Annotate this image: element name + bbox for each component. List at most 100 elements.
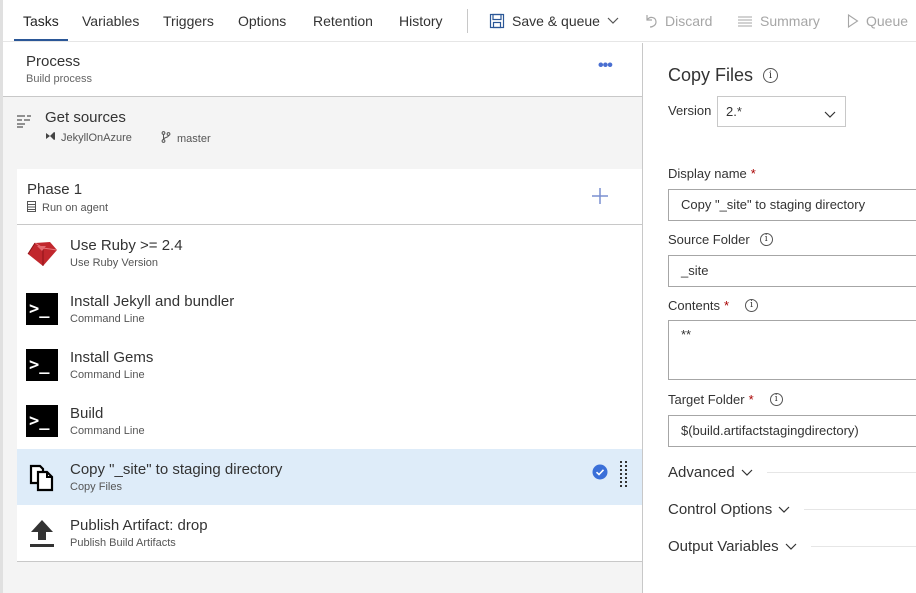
required-marker: * bbox=[750, 166, 756, 181]
top-toolbar: Tasks Variables Triggers Options Retenti… bbox=[0, 0, 916, 42]
target-folder-input[interactable]: $(build.artifactstagingdirectory) bbox=[668, 415, 916, 447]
details-title-text: Copy Files bbox=[668, 65, 754, 85]
terminal-icon: >_ bbox=[26, 405, 58, 437]
section-label: Advanced bbox=[668, 464, 735, 481]
task-item-publish-artifact[interactable]: Publish Artifact: drop Publish Build Art… bbox=[17, 505, 642, 561]
branch-info: master bbox=[161, 131, 211, 146]
tab-options[interactable]: Options bbox=[238, 0, 286, 42]
repo-name: JekyllOnAzure bbox=[61, 131, 132, 144]
summary-button[interactable]: Summary bbox=[737, 0, 820, 42]
left-edge-border bbox=[0, 0, 3, 593]
section-advanced[interactable]: Advanced bbox=[668, 464, 916, 481]
get-sources-title: Get sources bbox=[45, 109, 126, 126]
version-value: 2.* bbox=[726, 104, 742, 119]
section-output-variables[interactable]: Output Variables bbox=[668, 538, 916, 555]
phase-run-on-label: Run on agent bbox=[42, 202, 109, 214]
phase-subtitle: Run on agent bbox=[27, 201, 108, 215]
info-icon[interactable]: i bbox=[769, 393, 783, 406]
info-icon[interactable]: i bbox=[759, 233, 773, 246]
target-folder-label-text: Target Folder bbox=[668, 392, 745, 407]
discard-button[interactable]: Discard bbox=[644, 0, 712, 42]
save-and-queue-button[interactable]: Save & queue bbox=[489, 0, 619, 42]
chevron-down-icon bbox=[741, 464, 753, 481]
discard-label: Discard bbox=[665, 12, 713, 29]
add-task-button[interactable] bbox=[587, 183, 613, 209]
contents-textarea[interactable]: ** bbox=[668, 320, 916, 380]
task-item-build[interactable]: >_ Build Command Line bbox=[17, 393, 642, 449]
task-list: Use Ruby >= 2.4 Use Ruby Version >_ Inst… bbox=[17, 225, 642, 562]
task-item-install-gems[interactable]: >_ Install Gems Command Line bbox=[17, 337, 642, 393]
selected-check-icon[interactable] bbox=[592, 464, 608, 485]
task-type: Command Line bbox=[70, 369, 145, 381]
task-name: Build bbox=[70, 405, 104, 422]
ruby-icon bbox=[26, 237, 58, 269]
target-folder-label: Target Folder * i bbox=[668, 392, 783, 407]
visual-studio-icon bbox=[45, 131, 56, 144]
save-icon bbox=[489, 13, 505, 29]
info-icon[interactable]: i bbox=[745, 299, 759, 312]
list-icon bbox=[737, 15, 753, 27]
display-name-input[interactable]: Copy "_site" to staging directory bbox=[668, 189, 916, 221]
task-type: Command Line bbox=[70, 425, 145, 437]
tab-retention[interactable]: Retention bbox=[313, 0, 373, 42]
queue-button[interactable]: Queue bbox=[847, 0, 908, 42]
task-item-copy-site[interactable]: Copy "_site" to staging directory Copy F… bbox=[17, 449, 642, 505]
task-name: Install Jekyll and bundler bbox=[70, 293, 235, 310]
source-folder-input[interactable]: _site bbox=[668, 255, 916, 287]
upload-icon bbox=[26, 517, 58, 549]
source-folder-label-text: Source Folder bbox=[668, 232, 750, 247]
display-name-label-text: Display name bbox=[668, 166, 747, 181]
required-marker: * bbox=[748, 392, 754, 407]
copy-icon bbox=[26, 461, 58, 493]
task-type: Use Ruby Version bbox=[70, 257, 159, 269]
info-icon[interactable]: i bbox=[763, 68, 779, 83]
repo-info: JekyllOnAzure bbox=[45, 131, 132, 144]
agent-server-icon bbox=[27, 201, 36, 215]
chevron-down-icon bbox=[785, 538, 797, 555]
task-type: Copy Files bbox=[70, 481, 122, 493]
tab-variables[interactable]: Variables bbox=[82, 0, 139, 42]
chevron-down-icon bbox=[778, 501, 790, 518]
process-header[interactable]: Process Build process ••• bbox=[3, 43, 642, 97]
play-icon bbox=[847, 14, 859, 28]
display-name-label: Display name * bbox=[668, 166, 756, 181]
plus-icon bbox=[592, 188, 608, 204]
section-label: Control Options bbox=[668, 501, 773, 518]
summary-label: Summary bbox=[760, 12, 820, 29]
get-sources-item[interactable]: Get sources JekyllOnAzure master bbox=[3, 97, 642, 169]
branch-name: master bbox=[177, 132, 211, 145]
drag-handle-icon[interactable] bbox=[620, 461, 628, 496]
terminal-icon: >_ bbox=[26, 293, 58, 325]
phase-title: Phase 1 bbox=[27, 181, 83, 198]
version-dropdown[interactable]: 2.* bbox=[717, 96, 846, 127]
task-item-use-ruby[interactable]: Use Ruby >= 2.4 Use Ruby Version bbox=[17, 225, 642, 281]
terminal-icon: >_ bbox=[26, 349, 58, 381]
section-divider bbox=[766, 472, 916, 473]
tab-triggers[interactable]: Triggers bbox=[163, 0, 214, 42]
section-divider bbox=[810, 546, 916, 547]
section-control-options[interactable]: Control Options bbox=[668, 501, 916, 518]
undo-icon bbox=[644, 13, 658, 29]
chevron-down-icon bbox=[607, 17, 619, 25]
tab-tasks[interactable]: Tasks bbox=[14, 0, 68, 42]
phase-header[interactable]: Phase 1 Run on agent bbox=[17, 169, 642, 225]
save-and-queue-label: Save & queue bbox=[512, 12, 600, 29]
details-title: Copy Files i bbox=[668, 65, 779, 86]
more-options-button[interactable]: ••• bbox=[598, 57, 613, 75]
task-name: Copy "_site" to staging directory bbox=[70, 461, 283, 478]
task-name: Publish Artifact: drop bbox=[70, 517, 208, 534]
branch-icon bbox=[161, 131, 171, 146]
pipeline-panel: Process Build process ••• Get sources Je… bbox=[3, 43, 643, 593]
section-divider bbox=[804, 509, 916, 510]
process-subtitle: Build process bbox=[26, 73, 93, 85]
task-type: Publish Build Artifacts bbox=[70, 537, 176, 549]
task-item-install-jekyll[interactable]: >_ Install Jekyll and bundler Command Li… bbox=[17, 281, 642, 337]
contents-label-text: Contents bbox=[668, 298, 721, 313]
section-label: Output Variables bbox=[668, 538, 779, 555]
source-folder-label: Source Folder i bbox=[668, 232, 773, 247]
task-type: Command Line bbox=[70, 313, 145, 325]
version-label: Version bbox=[668, 103, 712, 118]
queue-label: Queue bbox=[866, 12, 909, 29]
chevron-down-icon bbox=[824, 107, 836, 122]
tab-history[interactable]: History bbox=[399, 0, 443, 42]
